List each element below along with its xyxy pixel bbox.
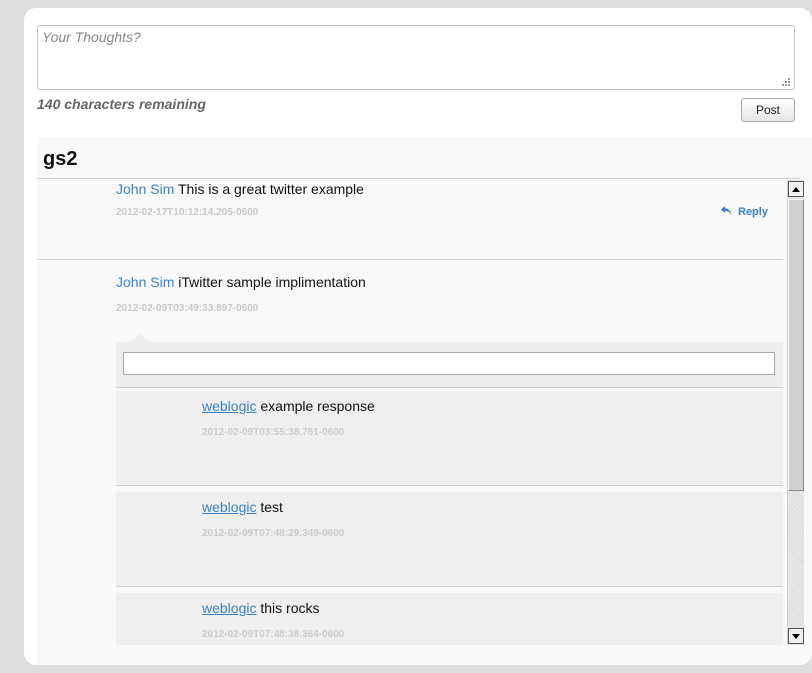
resize-grip-icon[interactable]	[781, 77, 790, 86]
response-author-link[interactable]: weblogic	[202, 398, 256, 414]
scroll-up-button[interactable]	[788, 181, 804, 197]
post-button[interactable]: Post	[741, 98, 795, 122]
response-author-link[interactable]: weblogic	[202, 600, 256, 616]
reply-arrow-icon	[721, 206, 732, 215]
reply-button[interactable]: Reply	[721, 206, 768, 218]
response-line: weblogic this rocks	[202, 600, 320, 616]
tweet-author-link[interactable]: John Sim	[116, 181, 174, 197]
thoughts-input[interactable]	[38, 26, 794, 89]
tweet-line: John Sim This is a great twitter example	[116, 181, 364, 197]
reply-box	[116, 342, 783, 388]
response-text: test	[260, 499, 283, 515]
tweet-timestamp: 2012-02-09T03:49:33.897-0600	[116, 303, 259, 314]
reply-label: Reply	[738, 206, 768, 218]
response-author-link[interactable]: weblogic	[202, 499, 256, 515]
thoughts-field-wrapper	[37, 25, 795, 90]
reply-input[interactable]	[123, 352, 775, 375]
characters-remaining: 140 characters remaining	[37, 96, 206, 112]
feed-section: gs2 John Sim This is a great twitter exa…	[37, 137, 812, 665]
response-timestamp: 2012-02-09T03:55:38.761-0600	[202, 427, 345, 438]
response-item: weblogic example response 2012-02-09T03:…	[116, 391, 783, 486]
response-line: weblogic test	[202, 499, 283, 515]
response-timestamp: 2012-02-09T07:48:36.364-0600	[202, 629, 345, 640]
main-panel: 140 characters remaining Post gs2 John S…	[24, 8, 812, 665]
feed-title: gs2	[43, 148, 78, 170]
arrow-up-icon	[792, 186, 800, 192]
arrow-down-icon	[792, 633, 800, 639]
tweet-timestamp: 2012-02-17T10:12:14.205-0600	[116, 207, 259, 218]
tweet-text: iTwitter sample implimentation	[178, 274, 366, 290]
tweet-item: John Sim This is a great twitter example…	[37, 179, 783, 260]
response-item: weblogic test 2012-02-09T07:48:29.349-06…	[116, 492, 783, 587]
response-text: example response	[260, 398, 375, 414]
response-line: weblogic example response	[202, 398, 375, 414]
scrollbar-thumb[interactable]	[788, 199, 804, 491]
response-text: this rocks	[260, 600, 320, 616]
tweet-author-link[interactable]: John Sim	[116, 274, 174, 290]
response-timestamp: 2012-02-09T07:48:29.349-0600	[202, 528, 345, 539]
tweet-line: John Sim iTwitter sample implimentation	[116, 274, 366, 290]
response-item: weblogic this rocks 2012-02-09T07:48:36.…	[116, 593, 783, 645]
tweet-list: John Sim This is a great twitter example…	[37, 179, 783, 645]
vertical-scrollbar[interactable]	[787, 180, 804, 645]
scroll-down-button[interactable]	[788, 628, 804, 644]
tweet-text: This is a great twitter example	[178, 181, 364, 197]
reply-box-pointer	[131, 334, 149, 342]
